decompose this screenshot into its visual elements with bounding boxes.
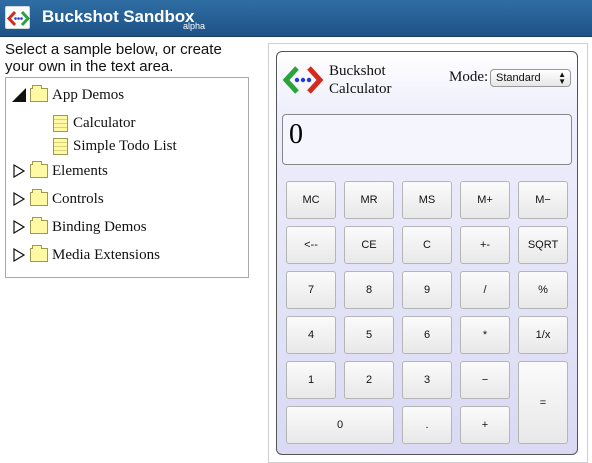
key-negate[interactable]: +-: [460, 226, 510, 264]
calculator-display: 0: [282, 114, 572, 165]
collapsed-triangle-icon[interactable]: [12, 247, 26, 263]
instructions-text: Select a sample below, or create your ow…: [5, 41, 222, 75]
collapsed-triangle-icon[interactable]: [12, 163, 26, 179]
collapsed-triangle-icon[interactable]: [12, 219, 26, 235]
tree-node-label: Elements: [52, 162, 108, 179]
tree-node-label: Controls: [52, 190, 104, 207]
key-6[interactable]: 6: [402, 316, 452, 354]
key-percent[interactable]: %: [518, 271, 568, 309]
key-equals[interactable]: =: [518, 361, 568, 444]
key-1[interactable]: 1: [286, 361, 336, 399]
key-0[interactable]: 0: [286, 406, 394, 444]
key-divide[interactable]: /: [460, 271, 510, 309]
folder-icon: [30, 245, 48, 262]
tree-leaf-label: Calculator: [73, 114, 136, 131]
app-title: Buckshot Sandbox: [42, 7, 195, 26]
calculator-title-line2: Calculator: [329, 81, 392, 97]
tree-node-app-demos[interactable]: App Demos: [12, 85, 124, 105]
tree-node-controls[interactable]: Controls: [12, 189, 104, 209]
key-m-minus[interactable]: M−: [518, 181, 568, 219]
calculator-app: Buckshot Calculator Mode: Standard ▲ ▼ 0 …: [276, 51, 578, 455]
expanded-triangle-icon[interactable]: [12, 88, 26, 102]
key-multiply[interactable]: *: [460, 316, 510, 354]
key-2[interactable]: 2: [344, 361, 394, 399]
calculator-title-line1: Buckshot: [329, 63, 386, 79]
key-ms[interactable]: MS: [402, 181, 452, 219]
tree-node-media-extensions[interactable]: Media Extensions: [12, 245, 160, 265]
tree-node-binding-demos[interactable]: Binding Demos: [12, 217, 147, 237]
tree-leaf-calculator[interactable]: Calculator: [53, 113, 135, 133]
key-8[interactable]: 8: [344, 271, 394, 309]
key-mr[interactable]: MR: [344, 181, 394, 219]
document-icon: [53, 137, 68, 155]
tree-node-label: Binding Demos: [52, 218, 147, 235]
mode-select-value: Standard: [496, 72, 541, 84]
mode-select[interactable]: Standard ▲ ▼: [490, 69, 571, 87]
buckshot-logo-icon: [282, 64, 324, 96]
folder-icon: [30, 217, 48, 234]
key-m-plus[interactable]: M+: [460, 181, 510, 219]
key-5[interactable]: 5: [344, 316, 394, 354]
mode-label: Mode:: [449, 69, 489, 85]
app-header: Buckshot Sandbox alpha: [0, 0, 592, 37]
alpha-badge: alpha: [183, 21, 206, 31]
key-mc[interactable]: MC: [286, 181, 336, 219]
folder-icon: [30, 161, 48, 178]
key-decimal[interactable]: .: [402, 406, 452, 444]
select-updown-icon: ▲ ▼: [558, 70, 566, 86]
folder-icon: [30, 85, 48, 102]
collapsed-triangle-icon[interactable]: [12, 191, 26, 207]
document-icon: [53, 114, 68, 132]
key-9[interactable]: 9: [402, 271, 452, 309]
key-c[interactable]: C: [402, 226, 452, 264]
tree-leaf-simple-todo-list[interactable]: Simple Todo List: [53, 136, 177, 156]
key-ce[interactable]: CE: [344, 226, 394, 264]
key-backspace[interactable]: <--: [286, 226, 336, 264]
tree-node-elements[interactable]: Elements: [12, 161, 108, 181]
folder-icon: [30, 189, 48, 206]
key-sqrt[interactable]: SQRT: [518, 226, 568, 264]
tree-node-label: Media Extensions: [52, 246, 160, 263]
key-subtract[interactable]: −: [460, 361, 510, 399]
key-add[interactable]: +: [460, 406, 510, 444]
key-4[interactable]: 4: [286, 316, 336, 354]
calculator-title: Buckshot Calculator: [329, 62, 391, 98]
tree-node-label: App Demos: [52, 86, 125, 103]
key-7[interactable]: 7: [286, 271, 336, 309]
sample-tree: App Demos Calculator Simple Todo List El…: [5, 77, 249, 278]
buckshot-logo-icon: [5, 6, 31, 29]
key-reciprocal[interactable]: 1/x: [518, 316, 568, 354]
key-3[interactable]: 3: [402, 361, 452, 399]
tree-leaf-label: Simple Todo List: [73, 137, 177, 154]
